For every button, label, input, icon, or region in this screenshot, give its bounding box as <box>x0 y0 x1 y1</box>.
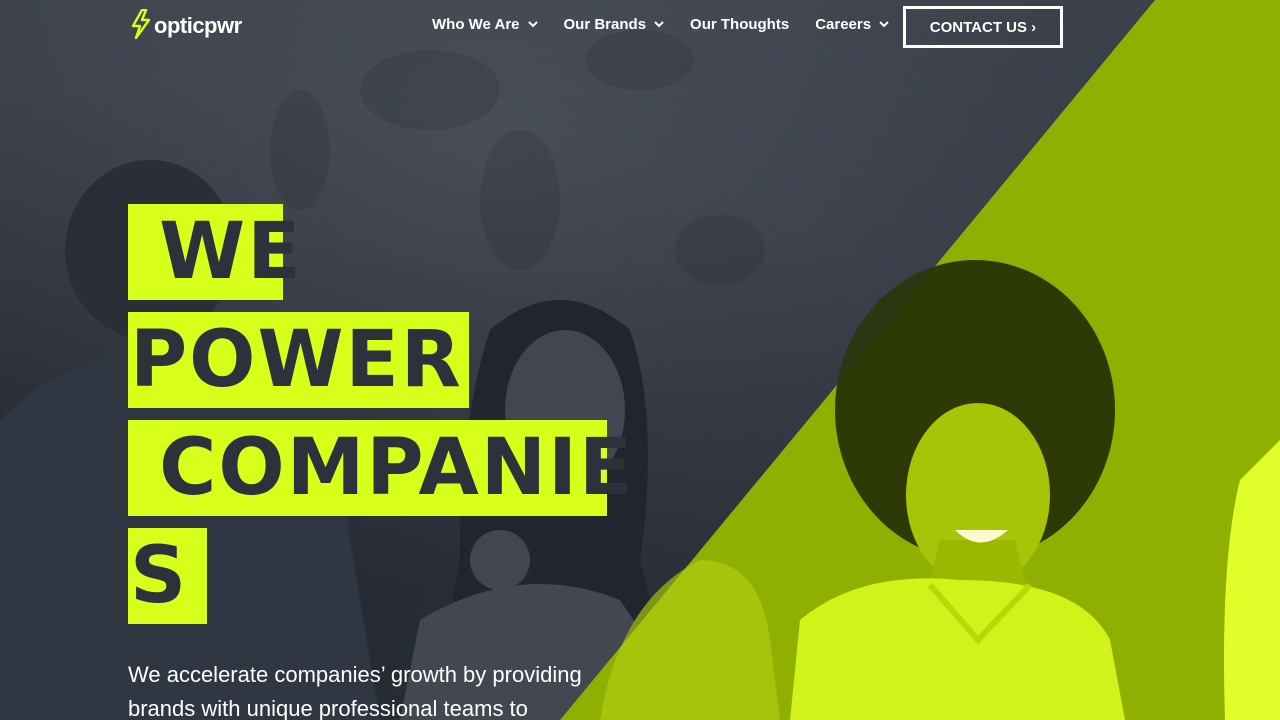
headline-line-1: WE <box>128 204 300 300</box>
nav-item-our-brands[interactable]: Our Brands <box>564 16 665 33</box>
contact-us-button[interactable]: CONTACT US › <box>903 6 1063 48</box>
nav-item-who-we-are[interactable]: Who We Are <box>432 16 538 33</box>
hero-subtitle: We accelerate companies’ growth by provi… <box>128 662 582 720</box>
top-navigation: opticpwr Who We Are Our Brands Our Thoug… <box>0 0 1280 54</box>
logo-text: opticpwr <box>154 13 242 38</box>
headline-line-2: POWER <box>128 312 469 408</box>
nav-item-label: Careers <box>815 16 872 33</box>
nav-item-careers[interactable]: Careers <box>815 16 889 33</box>
chevron-down-icon <box>527 21 538 28</box>
hero-section: opticpwr Who We Are Our Brands Our Thoug… <box>0 0 1280 720</box>
headline-line-3: COMPANIE <box>128 420 632 516</box>
chevron-down-icon <box>879 21 889 28</box>
nav-item-label: Our Thoughts <box>690 16 790 33</box>
logo[interactable]: opticpwr <box>130 8 242 44</box>
nav-item-our-thoughts[interactable]: Our Thoughts <box>690 16 789 33</box>
nav-item-label: Who We Are <box>432 16 520 33</box>
lightning-bolt-icon <box>130 8 152 44</box>
headline-line-4: S <box>128 528 207 624</box>
chevron-down-icon <box>654 21 664 28</box>
nav-item-label: Our Brands <box>563 16 647 33</box>
nav-menu: Who We Are Our Brands Our Thoughts Caree… <box>432 16 915 33</box>
